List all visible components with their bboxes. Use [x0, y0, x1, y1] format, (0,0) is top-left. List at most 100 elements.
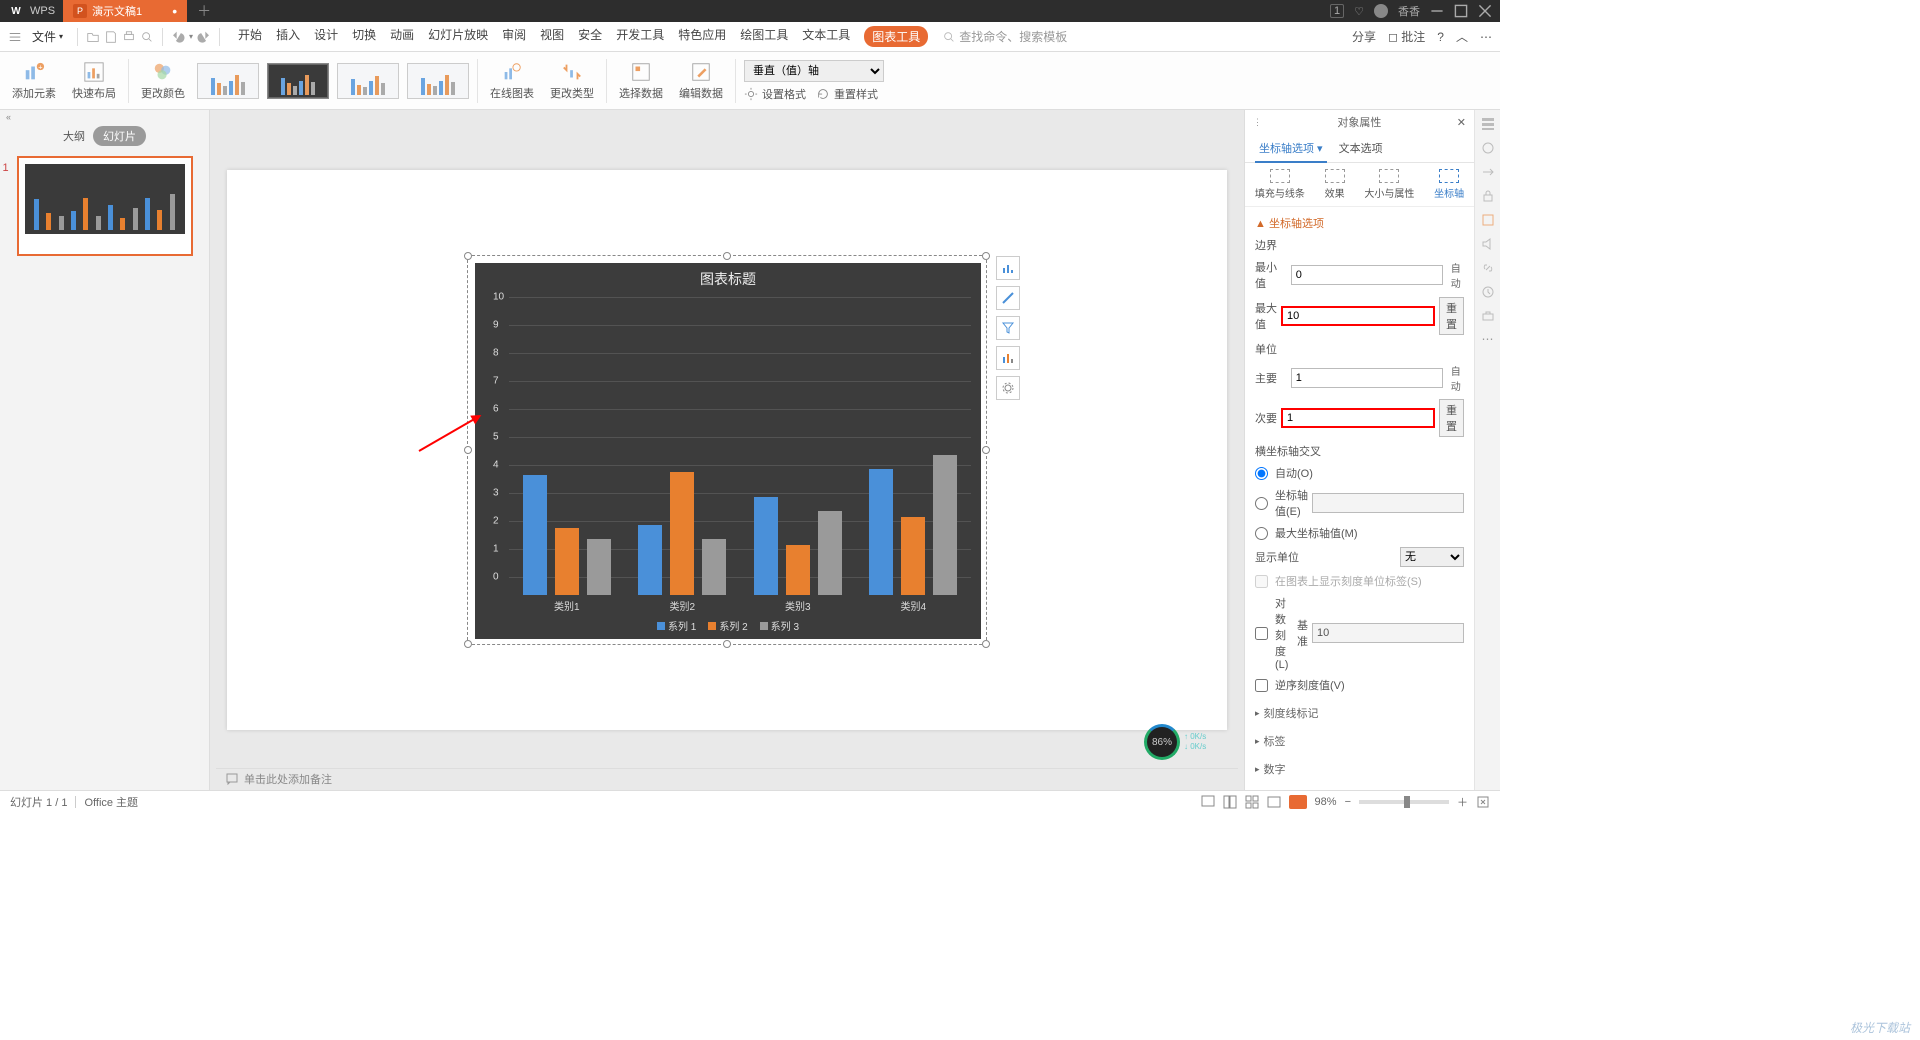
- tab-chart[interactable]: 图表工具: [864, 26, 928, 47]
- tab-devtools[interactable]: 开发工具: [616, 26, 664, 47]
- slides-tab[interactable]: 幻灯片: [93, 126, 146, 146]
- chart-style-2-selected[interactable]: [267, 63, 329, 99]
- cross-value-radio[interactable]: [1255, 497, 1268, 510]
- reverse-checkbox[interactable]: [1255, 679, 1268, 692]
- close-panel-icon[interactable]: ✕: [1457, 116, 1466, 129]
- panel-handle-icon[interactable]: ⋮: [1253, 117, 1262, 128]
- notes-bar[interactable]: 单击此处添加备注: [216, 768, 1238, 788]
- print-preview-icon[interactable]: [140, 30, 154, 44]
- username[interactable]: 香香: [1398, 3, 1420, 19]
- animation-pane-icon[interactable]: [1480, 164, 1496, 180]
- file-tab[interactable]: P 演示文稿1 •: [63, 0, 187, 22]
- chart-filter-icon[interactable]: [996, 316, 1020, 340]
- select-data-button[interactable]: 选择数据: [615, 61, 667, 101]
- print-icon[interactable]: [122, 30, 136, 44]
- tab-security[interactable]: 安全: [578, 26, 602, 47]
- normal-view-icon[interactable]: [1223, 795, 1237, 809]
- tab-start[interactable]: 开始: [238, 26, 262, 47]
- add-element-button[interactable]: + 添加元素: [8, 61, 60, 101]
- log-scale-checkbox[interactable]: [1255, 627, 1268, 640]
- labels-section[interactable]: 标签: [1255, 733, 1464, 749]
- redo-icon[interactable]: [197, 30, 211, 44]
- save-icon[interactable]: [104, 30, 118, 44]
- zoom-slider[interactable]: [1359, 800, 1449, 804]
- edit-data-button[interactable]: 编辑数据: [675, 61, 727, 101]
- axis-button[interactable]: 坐标轴: [1434, 169, 1464, 200]
- avatar[interactable]: [1374, 4, 1388, 18]
- text-options-tab[interactable]: 文本选项: [1331, 134, 1391, 162]
- chart-element-select[interactable]: 垂直（值）轴: [744, 60, 884, 82]
- style-icon[interactable]: [1480, 140, 1496, 156]
- chart-selection[interactable]: 图表标题 012345678910 类别1类别2类别3类别4 系列 1 系列 2…: [467, 255, 987, 645]
- set-format-button[interactable]: 设置格式: [744, 86, 806, 102]
- tab-transition[interactable]: 切换: [352, 26, 376, 47]
- annotate-button[interactable]: ◻ 批注: [1388, 28, 1425, 45]
- zoom-in-icon[interactable]: ＋: [1457, 794, 1468, 810]
- sorter-view-icon[interactable]: [1245, 795, 1259, 809]
- axis-options-section[interactable]: ▲ 坐标轴选项: [1255, 215, 1464, 231]
- outline-tab[interactable]: 大纲: [63, 128, 85, 144]
- tab-review[interactable]: 审阅: [502, 26, 526, 47]
- toolbox-icon[interactable]: [1480, 308, 1496, 324]
- hamburger-icon[interactable]: [8, 30, 22, 44]
- tab-insert[interactable]: 插入: [276, 26, 300, 47]
- chart-styles-icon[interactable]: [996, 286, 1020, 310]
- change-colors-button[interactable]: 更改颜色: [137, 61, 189, 101]
- slide-canvas[interactable]: 图表标题 012345678910 类别1类别2类别3类别4 系列 1 系列 2…: [210, 110, 1244, 790]
- tab-text[interactable]: 文本工具: [802, 26, 850, 47]
- properties-strip-icon[interactable]: [1480, 212, 1496, 228]
- history-icon[interactable]: [1480, 284, 1496, 300]
- fill-line-button[interactable]: 填充与线条: [1255, 169, 1305, 200]
- tab-view[interactable]: 视图: [540, 26, 564, 47]
- chart-settings-icon[interactable]: [996, 376, 1020, 400]
- performance-widget[interactable]: 86% ↑ 0K/s↓ 0K/s: [1144, 724, 1226, 760]
- min-value-input[interactable]: [1291, 265, 1443, 285]
- axis-options-tab[interactable]: 坐标轴选项 ▾: [1251, 134, 1331, 162]
- tick-marks-section[interactable]: 刻度线标记: [1255, 705, 1464, 721]
- tab-special[interactable]: 特色应用: [678, 26, 726, 47]
- zoom-value[interactable]: 98%: [1315, 796, 1337, 808]
- tab-slideshow[interactable]: 幻灯片放映: [428, 26, 488, 47]
- chart-style-1[interactable]: [197, 63, 259, 99]
- more-tools-icon[interactable]: ⋯: [1482, 332, 1494, 346]
- share-button[interactable]: 分享: [1352, 28, 1376, 45]
- more-icon[interactable]: ⋯: [1480, 30, 1492, 44]
- major-unit-input[interactable]: [1291, 368, 1443, 388]
- slideshow-button[interactable]: [1289, 795, 1307, 809]
- notification-badge[interactable]: 1: [1330, 4, 1344, 18]
- open-icon[interactable]: [86, 30, 100, 44]
- fit-icon[interactable]: [1476, 795, 1490, 809]
- max-value-input[interactable]: [1281, 306, 1435, 326]
- display-unit-select[interactable]: 无: [1400, 547, 1464, 567]
- thumbnail-strip-icon[interactable]: [1480, 116, 1496, 132]
- tab-drawing[interactable]: 绘图工具: [740, 26, 788, 47]
- collapse-ribbon-icon[interactable]: ︿: [1456, 28, 1468, 45]
- help-icon[interactable]: ?: [1437, 30, 1444, 44]
- reset-minor-button[interactable]: 重置: [1439, 399, 1464, 437]
- number-section[interactable]: 数字: [1255, 761, 1464, 777]
- reading-view-icon[interactable]: [1267, 795, 1281, 809]
- tab-animation[interactable]: 动画: [390, 26, 414, 47]
- minimize-icon[interactable]: [1430, 4, 1444, 18]
- online-chart-button[interactable]: 在线图表: [486, 61, 538, 101]
- undo-icon[interactable]: [171, 30, 185, 44]
- collapse-panel-icon[interactable]: «: [6, 112, 11, 120]
- chart-style-4[interactable]: [407, 63, 469, 99]
- new-tab-button[interactable]: ＋: [187, 1, 221, 21]
- chart-elements-icon[interactable]: [996, 256, 1020, 280]
- maximize-icon[interactable]: [1454, 4, 1468, 18]
- minor-unit-input[interactable]: [1281, 408, 1435, 428]
- change-type-button[interactable]: 更改类型: [546, 61, 598, 101]
- tab-design[interactable]: 设计: [314, 26, 338, 47]
- cross-auto-radio[interactable]: [1255, 467, 1268, 480]
- reset-max-button[interactable]: 重置: [1439, 297, 1464, 335]
- link-icon[interactable]: [1480, 260, 1496, 276]
- reset-style-button[interactable]: 重置样式: [816, 86, 878, 102]
- slide-thumbnail-1[interactable]: 1: [17, 156, 193, 256]
- chart-style-3[interactable]: [337, 63, 399, 99]
- undo-dropdown-icon[interactable]: ▾: [189, 32, 193, 41]
- cross-max-radio[interactable]: [1255, 527, 1268, 540]
- size-props-button[interactable]: 大小与属性: [1364, 169, 1414, 200]
- command-search[interactable]: 查找命令、搜索模板: [942, 26, 1067, 47]
- lock-icon[interactable]: [1480, 188, 1496, 204]
